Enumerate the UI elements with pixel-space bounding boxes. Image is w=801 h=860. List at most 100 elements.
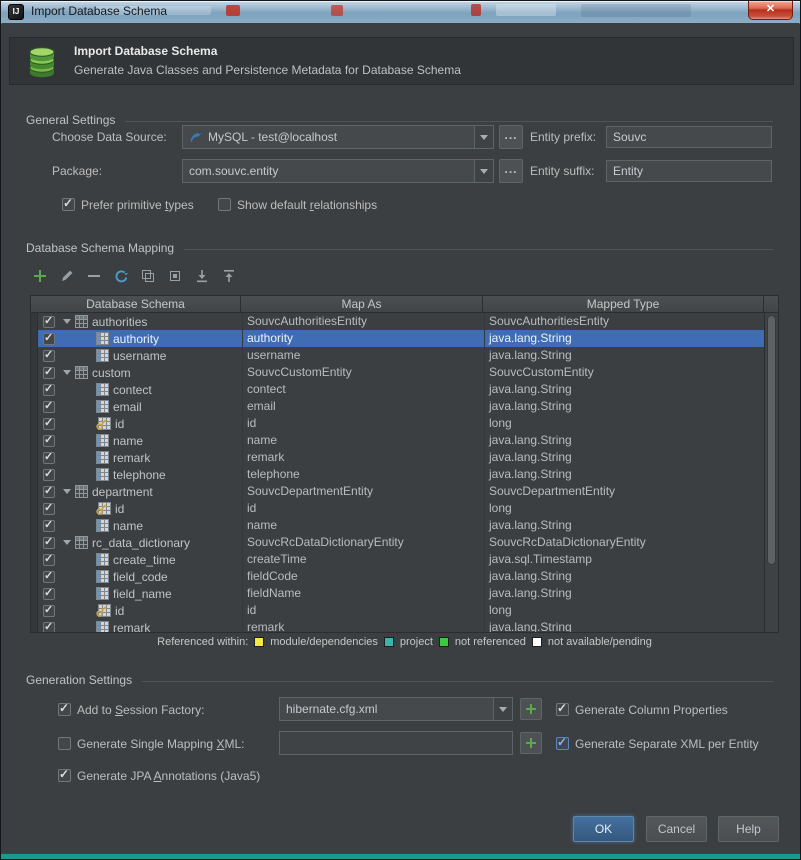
table-row[interactable]: field_codefieldCodejava.lang.String: [31, 568, 764, 585]
expand-arrow-icon[interactable]: [63, 489, 71, 494]
edit-button[interactable]: [59, 268, 75, 284]
table-icon: [75, 536, 88, 549]
table-row[interactable]: departmentSouvcDepartmentEntitySouvcDepa…: [31, 483, 764, 500]
generate-jpa-annotations-checkbox[interactable]: [58, 769, 71, 782]
schema-item-cell: username: [60, 349, 242, 363]
row-checkbox[interactable]: [43, 503, 55, 515]
row-checkbox[interactable]: [43, 469, 55, 481]
generate-column-properties-checkbox[interactable]: [556, 703, 569, 716]
row-checkbox[interactable]: [43, 588, 55, 600]
row-checkbox[interactable]: [43, 605, 55, 617]
session-factory-combobox[interactable]: hibernate.cfg.xml: [279, 697, 513, 721]
table-row[interactable]: ididlong: [31, 415, 764, 432]
add-to-session-factory-checkbox[interactable]: [58, 703, 71, 716]
generate-separate-xml-checkbox[interactable]: [556, 737, 569, 750]
data-source-combobox[interactable]: MySQL - test@localhost: [182, 125, 494, 149]
table-row[interactable]: remarkremarkjava.lang.String: [31, 619, 764, 632]
table-row[interactable]: rc_data_dictionarySouvcRcDataDictionaryE…: [31, 534, 764, 551]
help-button[interactable]: Help: [718, 816, 779, 842]
schema-item-label: name: [113, 434, 143, 448]
table-row[interactable]: authorityauthorityjava.lang.String: [31, 330, 764, 347]
row-checkbox[interactable]: [43, 520, 55, 532]
header-gutter: [764, 296, 778, 312]
glass-bleed: [496, 4, 556, 16]
generate-single-mapping-xml-checkbox[interactable]: [58, 737, 71, 750]
row-checkbox[interactable]: [43, 350, 55, 362]
dropdown-arrow-icon[interactable]: [493, 698, 512, 720]
row-checkbox[interactable]: [43, 418, 55, 430]
table-row[interactable]: contectcontectjava.lang.String: [31, 381, 764, 398]
data-source-browse-button[interactable]: ...: [499, 125, 523, 149]
close-button[interactable]: ✕: [748, 1, 793, 20]
collapse-all-button[interactable]: [221, 268, 237, 284]
row-checkbox[interactable]: [43, 622, 55, 633]
glass-bleed: [226, 5, 240, 16]
row-checkbox[interactable]: [43, 452, 55, 464]
table-row[interactable]: namenamejava.lang.String: [31, 432, 764, 449]
expand-arrow-icon[interactable]: [63, 540, 71, 545]
row-checkbox[interactable]: [43, 316, 55, 328]
column-header-map-as[interactable]: Map As: [241, 296, 483, 312]
table-row[interactable]: namenamejava.lang.String: [31, 517, 764, 534]
table-row[interactable]: ididlong: [31, 602, 764, 619]
select-all-button[interactable]: [167, 268, 183, 284]
row-checkbox[interactable]: [43, 554, 55, 566]
glass-bleed: [581, 4, 691, 17]
mapped-type-cell: SouvcRcDataDictionaryEntity: [484, 534, 764, 551]
table-row[interactable]: customSouvcCustomEntitySouvcCustomEntity: [31, 364, 764, 381]
row-checkbox[interactable]: [43, 486, 55, 498]
row-checkbox[interactable]: [43, 401, 55, 413]
show-default-relationships-checkbox[interactable]: [218, 198, 231, 211]
vertical-scrollbar[interactable]: [764, 313, 778, 632]
table-row[interactable]: ididlong: [31, 500, 764, 517]
expand-arrow-icon[interactable]: [63, 370, 71, 375]
map-as-cell: SouvcCustomEntity: [242, 364, 484, 381]
table-row[interactable]: emailemailjava.lang.String: [31, 398, 764, 415]
single-mapping-xml-input[interactable]: [279, 731, 513, 755]
mapped-type-cell: java.lang.String: [484, 568, 764, 585]
row-checkbox[interactable]: [43, 384, 55, 396]
row-checkbox-cell: [38, 622, 60, 633]
add-button[interactable]: [32, 268, 48, 284]
table-row[interactable]: remarkremarkjava.lang.String: [31, 449, 764, 466]
titlebar[interactable]: IJ Import Database Schema ✕: [1, 1, 800, 24]
column-header-database-schema[interactable]: Database Schema: [31, 296, 241, 312]
table-row[interactable]: create_timecreateTimejava.sql.Timestamp: [31, 551, 764, 568]
prefer-primitive-checkbox[interactable]: [62, 198, 75, 211]
refresh-button[interactable]: [113, 268, 129, 284]
dropdown-arrow-icon[interactable]: [474, 126, 493, 148]
entity-prefix-input[interactable]: [606, 126, 772, 148]
remove-button[interactable]: [86, 268, 102, 284]
copy-mapping-button[interactable]: [140, 268, 156, 284]
row-checkbox-cell: [38, 384, 60, 396]
add-single-mapping-button[interactable]: [520, 732, 542, 754]
add-session-factory-button[interactable]: [520, 698, 542, 720]
column-icon: [96, 451, 109, 464]
package-combobox[interactable]: com.souvc.entity: [182, 159, 494, 183]
map-as-cell: telephone: [242, 466, 484, 483]
table-row[interactable]: telephonetelephonejava.lang.String: [31, 466, 764, 483]
ok-button[interactable]: OK: [573, 816, 634, 842]
expand-all-button[interactable]: [194, 268, 210, 284]
entity-suffix-input[interactable]: [606, 160, 772, 182]
row-checkbox[interactable]: [43, 571, 55, 583]
cancel-button[interactable]: Cancel: [646, 816, 707, 842]
column-header-mapped-type[interactable]: Mapped Type: [483, 296, 764, 312]
row-checkbox[interactable]: [43, 435, 55, 447]
dropdown-arrow-icon[interactable]: [474, 160, 493, 182]
mysql-icon: [189, 130, 203, 144]
table-row[interactable]: field_namefieldNamejava.lang.String: [31, 585, 764, 602]
package-browse-button[interactable]: ...: [499, 159, 523, 183]
schema-item-label: field_code: [113, 570, 168, 584]
schema-item-label: contect: [113, 383, 152, 397]
row-checkbox[interactable]: [43, 333, 55, 345]
key-icon: [96, 502, 111, 515]
expand-arrow-icon[interactable]: [63, 319, 71, 324]
row-checkbox-cell: [38, 571, 60, 583]
row-checkbox[interactable]: [43, 537, 55, 549]
table-row[interactable]: authoritiesSouvcAuthoritiesEntitySouvcAu…: [31, 313, 764, 330]
row-checkbox[interactable]: [43, 367, 55, 379]
scrollbar-thumb[interactable]: [767, 315, 776, 565]
intellij-logo-icon: IJ: [8, 4, 24, 20]
table-row[interactable]: usernameusernamejava.lang.String: [31, 347, 764, 364]
